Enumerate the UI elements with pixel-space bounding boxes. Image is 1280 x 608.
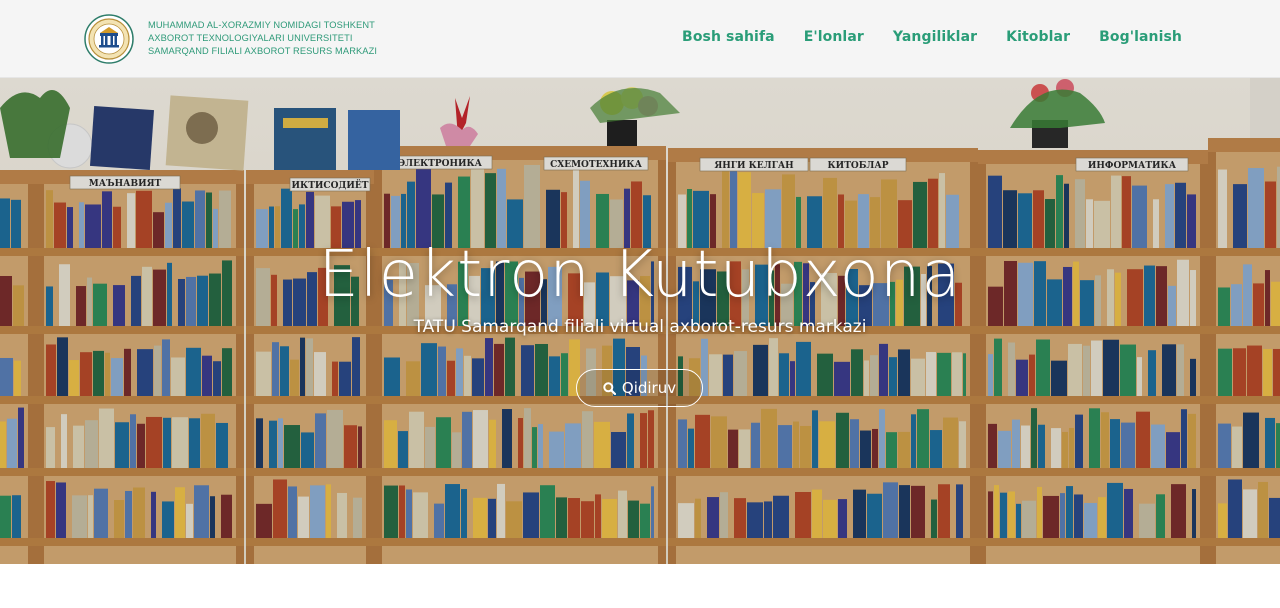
nav-books[interactable]: Kitoblar xyxy=(1006,29,1070,45)
brand-line-2: AXBOROT TEXNOLOGIYALARI UNIVERSITETI xyxy=(148,33,353,43)
search-icon xyxy=(603,381,616,395)
page-content-start xyxy=(0,564,1280,608)
brand-line-3: SAMARQAND FILIALI AXBOROT RESURS MARKAZI xyxy=(148,46,378,56)
nav-home[interactable]: Bosh sahifa xyxy=(682,29,775,45)
nav-contact[interactable]: Bog'lanish xyxy=(1099,29,1182,45)
hero-title: Elektron Kutubxona xyxy=(318,238,962,312)
hero-subtitle: TATU Samarqand filiali virtual axborot-r… xyxy=(413,317,867,337)
nav-news[interactable]: Yangiliklar xyxy=(893,29,977,45)
site-header: MUHAMMAD AL-XORAZMIY NOMIDAGI TOSHKENT A… xyxy=(0,0,1280,78)
university-logo[interactable] xyxy=(84,14,134,64)
search-button-label: Qidiruv xyxy=(621,379,677,397)
search-button[interactable]: Qidiruv xyxy=(576,369,703,407)
main-nav: Bosh sahifa E'lonlar Yangiliklar Kitobla… xyxy=(682,29,1182,45)
brand-line-1: MUHAMMAD AL-XORAZMIY NOMIDAGI TOSHKENT xyxy=(148,20,375,30)
hero-banner: МАЪНАВИЯТ ИКТИСОДИЁТ ЭЛЕКТРОНИКА СХЕМОТЕХНИ… xyxy=(0,78,1280,564)
brand-text: MUHAMMAD AL-XORAZMIY NOMIDAGI TOSHKENT A… xyxy=(148,19,388,58)
nav-announcements[interactable]: E'lonlar xyxy=(804,29,864,45)
